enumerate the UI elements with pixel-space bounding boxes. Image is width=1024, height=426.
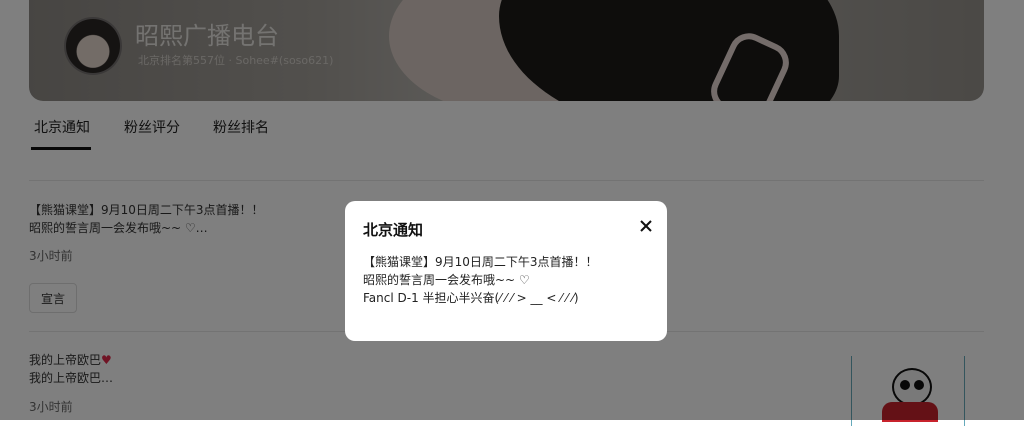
modal-line: 昭熙的誓言周一会发布哦~~ ♡	[363, 273, 530, 287]
notice-modal: 北京通知 【熊猫课堂】9月10日周二下午3点首播！！ 昭熙的誓言周一会发布哦~~…	[345, 201, 667, 341]
modal-line: 【熊猫课堂】9月10日周二下午3点首播！！	[363, 255, 598, 269]
modal-line: Fancl D-1 半担心半兴奋(⁄ ⁄ ⁄ > __ < ⁄ ⁄ ⁄)	[363, 291, 579, 305]
modal-title: 北京通知	[363, 221, 424, 239]
close-icon[interactable]	[635, 215, 657, 237]
modal-body: 【熊猫课堂】9月10日周二下午3点首播！！ 昭熙的誓言周一会发布哦~~ ♡ Fa…	[363, 253, 598, 307]
